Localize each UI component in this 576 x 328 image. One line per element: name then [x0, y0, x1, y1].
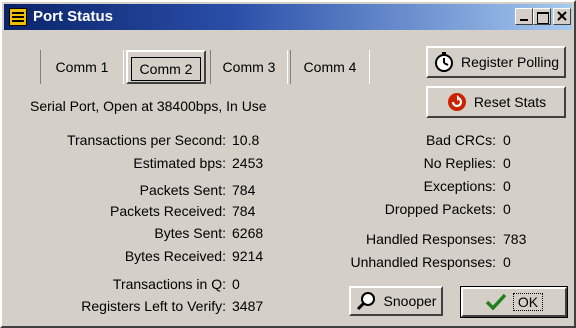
left-stat-label: Packets Sent: — [139, 182, 226, 198]
ok-button-face: OK — [461, 287, 567, 317]
stopwatch-icon — [434, 52, 453, 72]
port-status-window: Port Status Comm 1 Comm 2 Comm 3 Comm 4 … — [0, 0, 576, 328]
left-stat-value: 6268 — [232, 225, 264, 241]
right-stat-value: 0 — [503, 201, 511, 217]
reset-stats-label: Reset Stats — [473, 94, 547, 110]
close-button[interactable] — [553, 8, 571, 25]
right-stat-label: Bad CRCs: — [425, 132, 496, 148]
left-stat-label: Transactions in Q: — [112, 276, 226, 292]
snooper-label: Snooper — [383, 293, 437, 309]
left-stat-label: Bytes Received: — [124, 248, 226, 264]
register-polling-button[interactable]: Register Polling — [426, 46, 566, 78]
right-stat-value: 0 — [503, 155, 511, 171]
right-stat-label: Exceptions: — [423, 178, 496, 194]
tab-comm-2-label: Comm 2 — [130, 57, 202, 81]
tab-comm-2[interactable]: Comm 2 — [126, 50, 206, 84]
left-stat-value: 10.8 — [232, 132, 260, 148]
reset-arrow-icon — [447, 93, 466, 111]
maximize-button[interactable] — [533, 8, 551, 25]
reset-stats-button[interactable]: Reset Stats — [426, 86, 566, 118]
right-stat-label: Unhandled Responses: — [350, 254, 496, 270]
right-stat-label: Handled Responses: — [366, 231, 496, 247]
right-stat-value: 0 — [503, 132, 511, 148]
left-stat-label: Packets Received: — [110, 203, 226, 219]
left-stat-value: 2453 — [232, 155, 264, 171]
right-stat-label: No Replies: — [423, 155, 496, 171]
left-stat-label: Estimated bps: — [133, 155, 226, 171]
left-stat-label: Registers Left to Verify: — [81, 298, 226, 314]
register-polling-label: Register Polling — [460, 54, 560, 70]
ok-label: OK — [512, 293, 544, 311]
port-status-text: Serial Port, Open at 38400bps, In Use — [30, 98, 267, 114]
ok-button[interactable]: OK — [460, 286, 568, 318]
tab-comm-1[interactable]: Comm 1 — [40, 50, 124, 84]
close-icon — [557, 11, 567, 21]
left-stat-value: 9214 — [232, 248, 264, 264]
app-icon — [9, 8, 27, 26]
left-stat-label: Transactions per Second: — [66, 132, 226, 148]
left-stat-value: 784 — [232, 182, 256, 198]
right-stat-value: 783 — [503, 231, 527, 247]
right-stat-value: 0 — [503, 178, 511, 194]
checkmark-icon — [485, 293, 507, 311]
magnifier-icon — [356, 292, 375, 311]
tab-comm-4[interactable]: Comm 4 — [290, 50, 370, 84]
left-stat-value: 0 — [232, 276, 240, 292]
left-stat-value: 784 — [232, 203, 256, 219]
snooper-button[interactable]: Snooper — [349, 286, 443, 316]
left-stat-label: Bytes Sent: — [154, 225, 226, 241]
right-stat-label: Dropped Packets: — [384, 201, 496, 217]
window-title: Port Status — [33, 8, 114, 25]
right-stat-value: 0 — [503, 254, 511, 270]
minimize-button[interactable] — [515, 8, 533, 25]
title-bar[interactable]: Port Status — [4, 4, 572, 30]
left-stat-value: 3487 — [232, 298, 264, 314]
tab-comm-3[interactable]: Comm 3 — [210, 50, 288, 84]
